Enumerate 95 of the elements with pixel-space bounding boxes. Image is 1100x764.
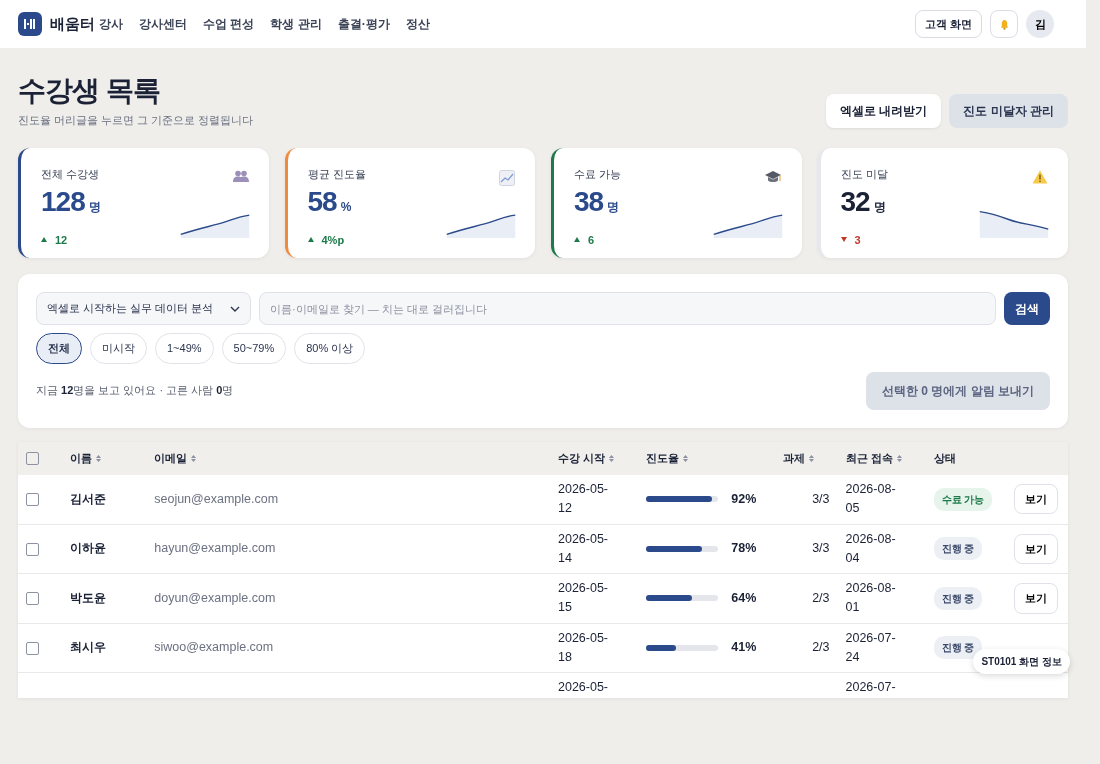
view-button[interactable]: 보기 <box>1013 583 1058 614</box>
email-text: doyun@example.com <box>154 590 276 605</box>
select-all-checkbox[interactable] <box>26 452 39 466</box>
date-text: 2026-05-15 <box>558 581 609 615</box>
stat-delta: 6 <box>588 232 595 248</box>
stat-unit: 명 <box>607 198 620 216</box>
email-text: siwoo@example.com <box>154 640 274 655</box>
bell-icon <box>998 18 1010 30</box>
nav-link[interactable]: 정산 <box>405 15 430 33</box>
row-checkbox[interactable] <box>26 492 39 506</box>
progress-percent: 64% <box>731 590 757 605</box>
student-name: 박도윤 <box>70 590 107 605</box>
nav-link[interactable]: 강사센터 <box>139 15 187 33</box>
student-name: 김서준 <box>70 491 107 506</box>
stat-label: 수료 가능 <box>574 168 622 181</box>
avatar[interactable]: 김 <box>1026 10 1054 38</box>
date-text: 2026-07- <box>845 680 896 695</box>
stat-unit: 명 <box>88 198 101 216</box>
sort-icon[interactable] <box>191 454 197 462</box>
student-name: 최시우 <box>70 640 107 655</box>
stat-label: 진도 미달 <box>840 168 888 181</box>
stat-label: 평균 진도율 <box>307 168 366 181</box>
row-checkbox[interactable] <box>26 542 39 556</box>
stat-label: 전체 수강생 <box>41 168 100 181</box>
task-count: 3/3 <box>812 491 830 506</box>
people-icon <box>232 170 249 183</box>
manage-button[interactable]: 진도 미달자 관리 <box>949 94 1068 129</box>
email-text: hayun@example.com <box>154 541 276 556</box>
chevron-down-icon <box>230 305 240 312</box>
student-name: 이하윤 <box>70 541 107 556</box>
stat-delta: 12 <box>55 232 68 248</box>
page-subtitle: 진도율 머리글을 누르면 그 기준으로 정렬됩니다 <box>18 112 254 128</box>
sort-icon[interactable] <box>609 454 615 462</box>
progress-percent: 92% <box>731 491 757 506</box>
progress-percent: 78% <box>731 541 757 556</box>
column-header: 상태 <box>933 450 956 466</box>
nav-link[interactable]: 출결·평가 <box>337 15 390 33</box>
search-button[interactable]: 검색 <box>1004 292 1050 326</box>
sort-icon[interactable] <box>896 454 902 462</box>
date-text: 2026-05-12 <box>558 481 609 515</box>
view-button[interactable]: 보기 <box>1013 483 1058 515</box>
status-label: 진행 중 <box>933 537 983 561</box>
date-text: 2026-08-04 <box>845 531 896 565</box>
stat-unit: 명 <box>873 198 886 216</box>
stat-value: 32 <box>840 187 870 216</box>
progress-percent: 41% <box>731 640 757 655</box>
stat-delta: 4%p <box>321 232 345 248</box>
status-label: 수료 가능 <box>933 487 993 511</box>
filter-chip[interactable]: 전체 <box>36 333 82 364</box>
column-header[interactable]: 과제 <box>783 449 806 467</box>
task-count: 3/3 <box>812 541 830 556</box>
stat-delta: 3 <box>854 232 861 248</box>
email-text: seojun@example.com <box>154 491 279 506</box>
date-text: 2026-05-18 <box>558 630 609 664</box>
role-label: 강사 <box>99 16 123 33</box>
date-text: 2026-08-05 <box>845 481 896 515</box>
stat-value: 58 <box>307 187 337 216</box>
filter-chip[interactable]: 80% 이상 <box>294 333 366 364</box>
logo-icon <box>18 12 42 36</box>
screen-info-tooltip[interactable]: ST0101 화면 정보 <box>973 649 1070 674</box>
column-header[interactable]: 이메일 <box>154 449 188 467</box>
date-text: 2026-05-14 <box>558 531 609 565</box>
stat-value: 128 <box>41 187 85 216</box>
row-checkbox[interactable] <box>26 592 39 606</box>
search-field[interactable]: 이름·이메일로 찾기 — 치는 대로 걸러집니다 <box>259 292 996 326</box>
warning-icon <box>1032 170 1048 185</box>
sort-icon[interactable] <box>683 454 689 462</box>
date-text: 2026-07-24 <box>845 630 896 664</box>
sort-icon[interactable] <box>96 454 102 462</box>
task-count: 2/3 <box>812 590 830 605</box>
course-select[interactable]: 엑셀로 시작하는 실무 데이터 분석 <box>36 292 251 326</box>
view-button[interactable]: 보기 <box>1013 533 1058 565</box>
bell-button[interactable] <box>990 10 1018 38</box>
row-checkbox[interactable] <box>26 641 39 655</box>
column-header[interactable]: 이름 <box>70 449 93 467</box>
chart-icon <box>499 170 515 187</box>
status-label: 진행 중 <box>933 586 983 610</box>
nav-link[interactable]: 수업 편성 <box>203 15 255 33</box>
filter-chip[interactable]: 1~49% <box>155 333 214 364</box>
status-label: 진행 중 <box>933 636 983 660</box>
brand-name[interactable]: 배움터 <box>50 12 95 36</box>
filter-chip[interactable]: 미시작 <box>90 333 147 364</box>
nav-link[interactable]: 학생 관리 <box>270 15 322 33</box>
task-count: 2/3 <box>812 640 830 655</box>
page-title: 수강생 목록 <box>18 74 161 108</box>
date-text: 2026-08-01 <box>845 581 896 615</box>
date-text: 2026-05- <box>558 680 609 695</box>
stat-value: 38 <box>574 187 604 216</box>
download-button[interactable]: 엑셀로 내려받기 <box>826 94 942 129</box>
stat-unit: % <box>340 198 352 216</box>
result-summary: 지금 12명을 보고 있어요 · 고른 사람 0명 <box>36 383 234 399</box>
customer-view-button[interactable]: 고객 화면 <box>914 9 982 39</box>
graduation-cap-icon <box>763 170 782 185</box>
filter-chip[interactable]: 50~79% <box>221 333 287 364</box>
sort-icon[interactable] <box>809 454 815 462</box>
